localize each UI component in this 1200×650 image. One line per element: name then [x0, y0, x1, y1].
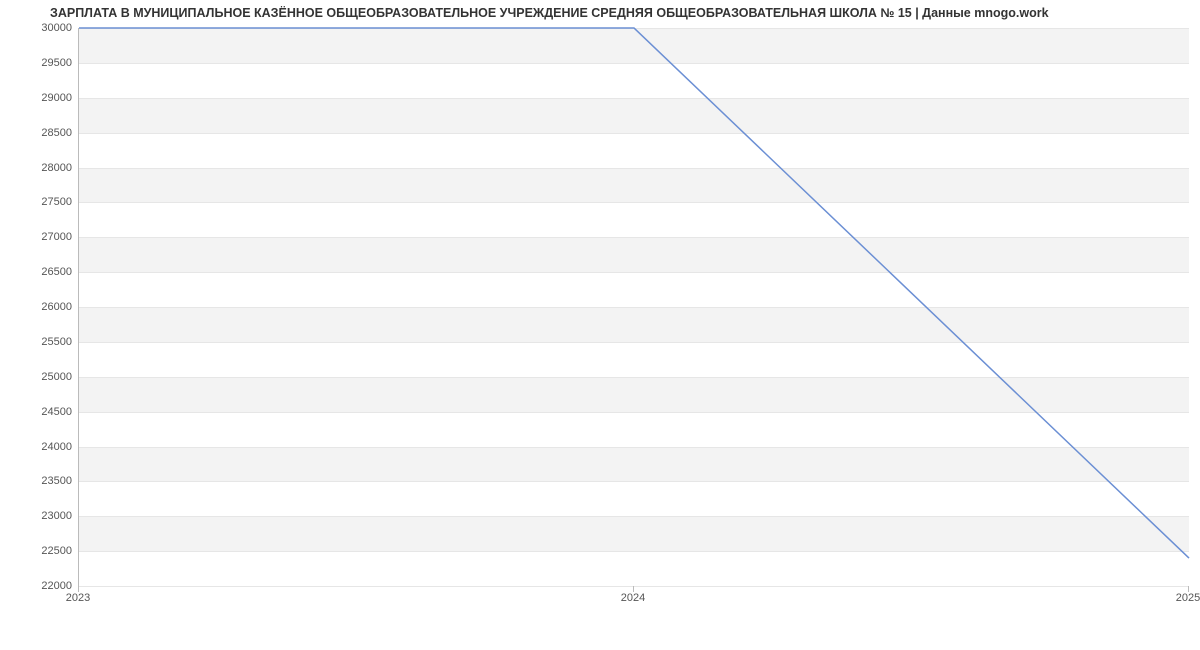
y-axis-tick: 24000: [32, 441, 72, 453]
y-axis-tick: 25500: [32, 336, 72, 348]
line-chart-svg: [79, 28, 1189, 586]
y-axis-tick: 27000: [32, 231, 72, 243]
chart-title: ЗАРПЛАТА В МУНИЦИПАЛЬНОЕ КАЗЁННОЕ ОБЩЕОБ…: [50, 6, 1049, 20]
y-axis-tick: 28000: [32, 162, 72, 174]
x-axis-tick: 2024: [621, 592, 645, 604]
y-axis-tick: 26000: [32, 301, 72, 313]
y-axis-tick: 28500: [32, 127, 72, 139]
y-axis-tick: 24500: [32, 406, 72, 418]
chart-container: ЗАРПЛАТА В МУНИЦИПАЛЬНОЕ КАЗЁННОЕ ОБЩЕОБ…: [0, 0, 1200, 650]
y-axis-tick: 22500: [32, 545, 72, 557]
y-axis-tick: 22000: [32, 580, 72, 592]
y-axis-tick: 29500: [32, 57, 72, 69]
x-axis-tick: 2025: [1176, 592, 1200, 604]
plot-area: [78, 28, 1189, 587]
y-axis-tick: 23000: [32, 510, 72, 522]
grid-line: [79, 586, 1189, 587]
data-series-line: [79, 28, 1189, 558]
y-axis-tick: 30000: [32, 22, 72, 34]
y-axis-tick: 26500: [32, 266, 72, 278]
y-axis-tick: 25000: [32, 371, 72, 383]
y-axis-tick: 23500: [32, 475, 72, 487]
y-axis-tick: 29000: [32, 92, 72, 104]
x-axis-tick: 2023: [66, 592, 90, 604]
y-axis-tick: 27500: [32, 196, 72, 208]
